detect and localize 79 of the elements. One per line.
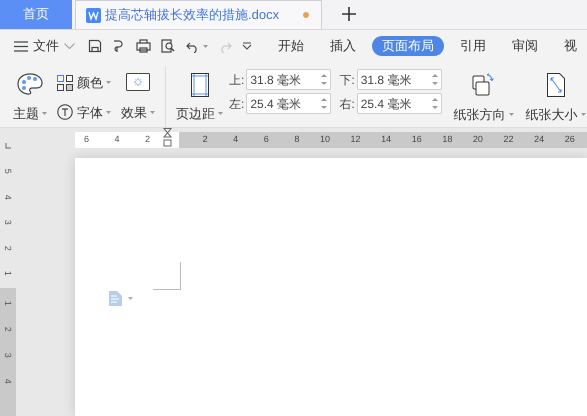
document-tab[interactable]: 提高芯轴拔长效率的措施.docx: [75, 0, 322, 29]
indent-marker-icon[interactable]: [162, 128, 172, 148]
ruler-number: 22: [502, 133, 515, 146]
ruler-number: 18: [441, 133, 454, 146]
palette-icon[interactable]: [17, 73, 43, 95]
theme-button[interactable]: 主题: [13, 104, 47, 124]
save-icon[interactable]: [88, 39, 102, 53]
ruler-number: 2: [2, 327, 14, 334]
caret-icon: [508, 113, 514, 116]
margin-label: 下:: [339, 72, 355, 88]
caret-icon: [203, 44, 208, 48]
caret-icon: [106, 110, 111, 114]
file-menu[interactable]: 文件: [14, 36, 75, 56]
new-tab-icon[interactable]: [342, 7, 356, 21]
font-button[interactable]: 字体: [77, 102, 111, 122]
margin-field[interactable]: 31.8 毫米: [356, 69, 442, 90]
print-icon[interactable]: [136, 39, 151, 53]
page-size-button[interactable]: 纸张大小: [526, 105, 586, 124]
margin-label: 右:: [339, 96, 355, 112]
document-tab-title: 提高芯轴拔长效率的措施.docx: [105, 6, 280, 24]
spinner-icon[interactable]: [321, 73, 328, 86]
margin-field[interactable]: 31.8 毫米: [246, 69, 332, 90]
font-icon: [57, 104, 73, 120]
ruler-number: 6: [83, 133, 90, 146]
ruler-number: 2: [202, 133, 209, 146]
margin-corner-mark: [153, 262, 181, 290]
ribbon-tab[interactable]: 页面布局: [372, 36, 444, 56]
margin-label: 上:: [229, 72, 244, 88]
margin-label: 左:: [229, 96, 244, 112]
caret-icon: [218, 112, 223, 116]
ruler-number: 3: [2, 353, 14, 360]
menu-icon: [14, 40, 28, 52]
margin-field[interactable]: 25.4 毫米: [356, 93, 442, 114]
color-button[interactable]: 颜色: [77, 73, 111, 92]
ribbon-tab[interactable]: 审阅: [502, 36, 548, 56]
caret-icon: [150, 111, 155, 114]
tab-stop-icon[interactable]: [5, 143, 11, 149]
margin-field[interactable]: 25.4 毫米: [246, 93, 332, 114]
ribbon-tab[interactable]: 引用: [450, 36, 496, 56]
chevron-down-icon: [64, 43, 75, 49]
spinner-icon[interactable]: [432, 73, 438, 86]
ribbon-tab[interactable]: 视: [554, 36, 587, 56]
effects-icon[interactable]: [126, 73, 150, 91]
caret-icon: [42, 112, 47, 116]
print-preview-icon[interactable]: [161, 39, 176, 53]
ruler-number: 2: [144, 133, 152, 146]
document-icon: [86, 8, 101, 22]
ruler-number: 2: [2, 246, 14, 253]
ruler-number: 4: [114, 133, 121, 146]
spinner-icon[interactable]: [432, 97, 438, 110]
ruler-number: 4: [2, 194, 14, 202]
page-size-icon[interactable]: [546, 73, 565, 97]
ruler-number: 14: [380, 133, 392, 146]
ruler-number: 20: [472, 133, 484, 146]
caret-icon: [580, 113, 586, 116]
more-icon[interactable]: [242, 42, 252, 50]
ruler-number: 8: [293, 133, 300, 146]
color-grid-icon: [57, 74, 73, 91]
ruler-number: 6: [262, 133, 270, 146]
ruler-number: 10: [318, 133, 331, 146]
ruler-number: 4: [2, 379, 14, 386]
ruler-number: 26: [564, 133, 576, 146]
ruler-number: 4: [232, 133, 240, 146]
page-margins-icon[interactable]: [190, 73, 208, 97]
ruler-number: 3: [2, 220, 14, 227]
ruler-number: 24: [533, 133, 546, 146]
ruler-number: 16: [410, 133, 423, 146]
ruler-number: 1: [2, 301, 14, 308]
page-margins-button[interactable]: 页边距: [176, 104, 223, 124]
page-orientation-button[interactable]: 纸张方向: [454, 105, 514, 124]
spinner-icon[interactable]: [321, 97, 328, 110]
page-orientation-icon[interactable]: [472, 73, 496, 97]
ribbon-tab[interactable]: 插入: [320, 36, 366, 56]
ruler-number: 12: [350, 133, 362, 146]
ruler-number: 5: [2, 168, 14, 176]
ruler-number: 1: [2, 271, 14, 278]
effects-button[interactable]: 效果: [121, 103, 155, 122]
ribbon-tab[interactable]: 开始: [268, 36, 314, 56]
caret-icon: [106, 81, 111, 84]
